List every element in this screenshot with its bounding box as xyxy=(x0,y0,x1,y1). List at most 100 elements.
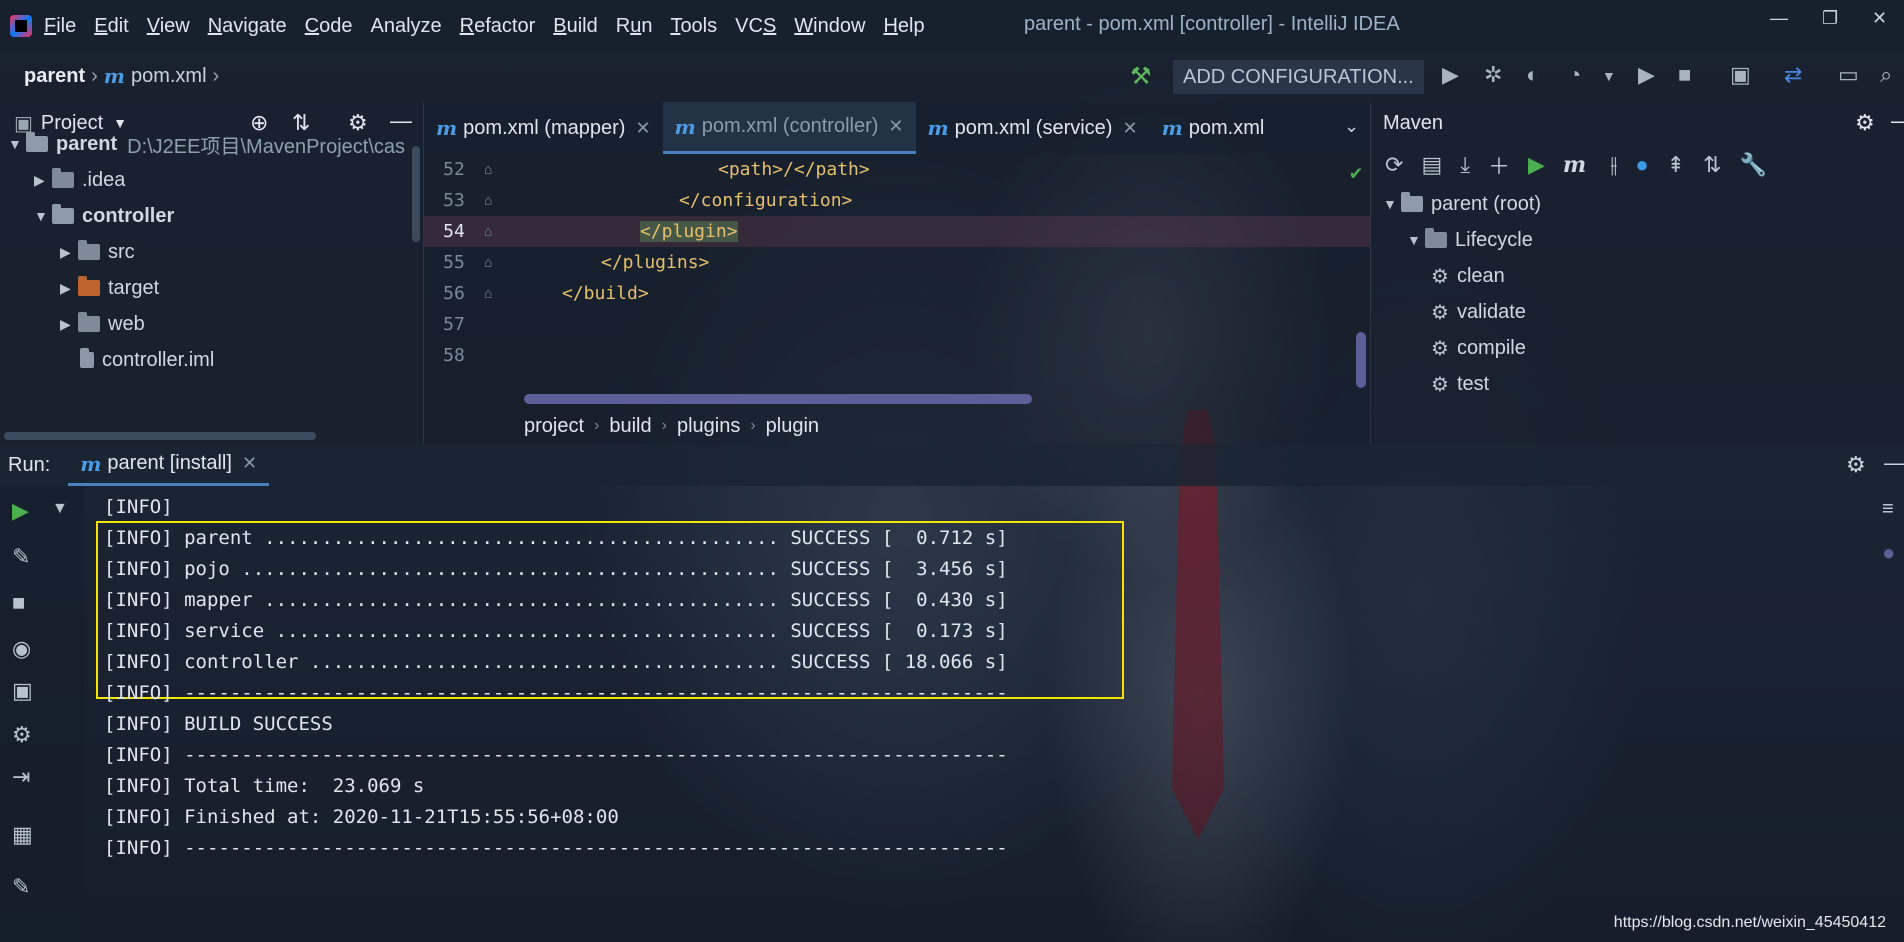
project-structure-icon[interactable]: ▣ xyxy=(1730,62,1751,88)
add-icon[interactable]: ＋ xyxy=(1488,149,1510,181)
gear-icon[interactable]: ⚙ xyxy=(1855,110,1875,136)
coverage-icon[interactable]: ◐ xyxy=(1526,62,1539,88)
editor-tab[interactable]: m pom.xml (controller) ✕ xyxy=(662,102,916,154)
reload-icon[interactable]: ⟳ xyxy=(1385,152,1403,178)
skip-tests-icon[interactable]: ● xyxy=(1635,152,1648,178)
code-line[interactable]: 57 xyxy=(424,309,1370,340)
menu-item-run[interactable]: Run xyxy=(616,15,653,38)
chevron-down-icon[interactable]: ▼ xyxy=(8,136,26,152)
eye-icon[interactable]: ◉ xyxy=(12,636,31,662)
download-icon[interactable]: ⤓ xyxy=(1460,152,1470,178)
maven-tree-item[interactable]: ⚙ validate xyxy=(1431,294,1526,330)
wrench-icon[interactable]: 🔧 xyxy=(1740,152,1767,178)
run-tab[interactable]: m parent [install] ✕ xyxy=(68,444,270,486)
settings-icon[interactable]: ⚙ xyxy=(12,722,32,748)
hide-panel-icon[interactable]: — xyxy=(1884,450,1904,476)
add-configuration-button[interactable]: ADD CONFIGURATION... xyxy=(1173,60,1424,94)
stop-icon[interactable]: ■ xyxy=(12,590,25,616)
menu-item-tools[interactable]: Tools xyxy=(670,15,717,38)
tab-list-chevron-icon[interactable]: ⌄ xyxy=(1344,116,1359,137)
project-tree-item[interactable]: ▶ target xyxy=(60,270,159,306)
run-alt-icon[interactable]: ▶ xyxy=(1638,62,1655,88)
maven-tree-item[interactable]: ▼ Lifecycle xyxy=(1407,222,1533,258)
close-icon[interactable]: ✕ xyxy=(635,118,650,139)
chevron-down-icon[interactable]: ▼ xyxy=(1407,232,1425,248)
fold-marker[interactable]: ⌂ xyxy=(484,286,524,302)
search-icon[interactable]: ⌕ xyxy=(1880,62,1892,88)
fold-marker[interactable]: ⌂ xyxy=(484,224,524,240)
project-tree-item[interactable]: ▼ controller xyxy=(34,198,174,234)
editor-breadcrumb-plugins[interactable]: plugins xyxy=(677,415,740,438)
editor-v-scrollbar[interactable] xyxy=(1356,332,1366,388)
hide-panel-icon[interactable]: — xyxy=(1891,108,1904,134)
modify-run-icon[interactable]: ✎ xyxy=(12,544,30,570)
menu-item-build[interactable]: Build xyxy=(553,15,597,38)
maven-tree-item[interactable]: ⚙ compile xyxy=(1431,330,1526,366)
translate-icon[interactable]: ⇄ xyxy=(1784,62,1802,88)
code-area[interactable]: ✔ 52 ⌂ <path>/</path> 53 ⌂ </configuration> 54… xyxy=(424,154,1370,392)
toggle-offline-icon[interactable]: ⫲ xyxy=(1610,152,1617,178)
menu-item-help[interactable]: Help xyxy=(883,15,924,38)
editor-tab[interactable]: m pom.xml xyxy=(1150,102,1277,154)
menu-item-edit[interactable]: Edit xyxy=(94,15,128,38)
chevron-down-icon[interactable]: ▼ xyxy=(1383,196,1401,212)
code-line[interactable]: 58 xyxy=(424,340,1370,371)
show-dependencies-icon[interactable]: ⇞ xyxy=(1667,152,1685,178)
chevron-down-icon[interactable]: ▼ xyxy=(34,208,52,224)
scroll-end-icon[interactable]: ● xyxy=(1882,540,1895,566)
maven-tree-item[interactable]: ⚙ test xyxy=(1431,366,1489,402)
editor-tab[interactable]: m pom.xml (mapper) ✕ xyxy=(424,102,663,154)
run-maven-icon[interactable]: ▶ xyxy=(1528,152,1545,178)
chevron-down-icon[interactable]: ▼ xyxy=(52,500,68,518)
close-icon[interactable]: ✕ xyxy=(888,116,903,137)
project-tree-item[interactable]: controller.iml xyxy=(80,342,214,378)
menu-item-refactor[interactable]: Refactor xyxy=(460,15,536,38)
menu-item-window[interactable]: Window xyxy=(794,15,865,38)
editor-breadcrumb-plugin[interactable]: plugin xyxy=(766,415,819,438)
rerun-icon[interactable]: ▶ xyxy=(12,498,29,524)
project-tree-item[interactable]: ▼ parent D:\J2EE项目\MavenProject\cas xyxy=(8,126,405,162)
profile-icon[interactable]: ◔ xyxy=(1568,62,1581,88)
project-h-scrollbar[interactable] xyxy=(4,432,316,440)
breadcrumb-file[interactable]: pom.xml xyxy=(131,65,207,88)
maven-tree-item[interactable]: ▼ parent (root) xyxy=(1383,186,1541,222)
camera-icon[interactable]: ▣ xyxy=(12,678,33,704)
breadcrumb-root[interactable]: parent xyxy=(24,65,85,88)
terminal-icon[interactable]: ▭ xyxy=(1838,62,1859,88)
run-icon[interactable]: ▶ xyxy=(1442,62,1459,88)
menu-item-view[interactable]: View xyxy=(147,15,190,38)
stop-icon[interactable]: ■ xyxy=(1678,62,1691,88)
soft-wrap-icon[interactable]: ≡ xyxy=(1882,498,1894,521)
project-scrollbar[interactable] xyxy=(412,146,420,242)
chevron-right-icon[interactable]: ▶ xyxy=(60,244,78,261)
project-tree-item[interactable]: ▶ .idea xyxy=(34,162,125,198)
editor-breadcrumb-project[interactable]: project xyxy=(524,415,584,438)
code-line[interactable]: 55 ⌂ </plugins> xyxy=(424,247,1370,278)
fold-marker[interactable]: ⌂ xyxy=(484,255,524,271)
build-hammer-icon[interactable]: ⚒ xyxy=(1130,62,1152,91)
pin-icon[interactable]: ✎ xyxy=(12,874,30,900)
editor-h-scrollbar[interactable] xyxy=(524,394,1032,404)
chevron-down-icon[interactable]: ▼ xyxy=(1602,68,1616,84)
login-icon[interactable]: ⇥ xyxy=(12,764,30,790)
gear-icon[interactable]: ⚙ xyxy=(1846,452,1866,478)
close-window-icon[interactable]: ✕ xyxy=(1872,8,1887,29)
code-line[interactable]: 53 ⌂ </configuration> xyxy=(424,185,1370,216)
chevron-right-icon[interactable]: ▶ xyxy=(60,280,78,297)
project-tree-item[interactable]: ▶ src xyxy=(60,234,135,270)
maven-tree-item[interactable]: ⚙ clean xyxy=(1431,258,1505,294)
console-output[interactable]: [INFO] [INFO] parent ....................… xyxy=(84,486,1884,942)
generate-sources-icon[interactable]: ▤ xyxy=(1421,152,1442,178)
minimize-icon[interactable]: — xyxy=(1770,8,1788,29)
code-line[interactable]: 56 ⌂ </build> xyxy=(424,278,1370,309)
execute-goal-icon[interactable]: m xyxy=(1563,152,1586,178)
chevron-right-icon[interactable]: ▶ xyxy=(34,172,52,189)
menu-item-analyze[interactable]: Analyze xyxy=(370,15,441,38)
collapse-icon[interactable]: ⇅ xyxy=(1703,152,1721,178)
close-icon[interactable]: ✕ xyxy=(242,453,257,474)
menu-item-vcs[interactable]: VCS xyxy=(735,15,776,38)
menu-item-file[interactable]: File xyxy=(44,15,76,38)
restore-icon[interactable]: ❐ xyxy=(1822,8,1838,29)
code-line[interactable]: 54 ⌂ </plugin> xyxy=(424,216,1370,247)
menu-item-navigate[interactable]: Navigate xyxy=(208,15,287,38)
